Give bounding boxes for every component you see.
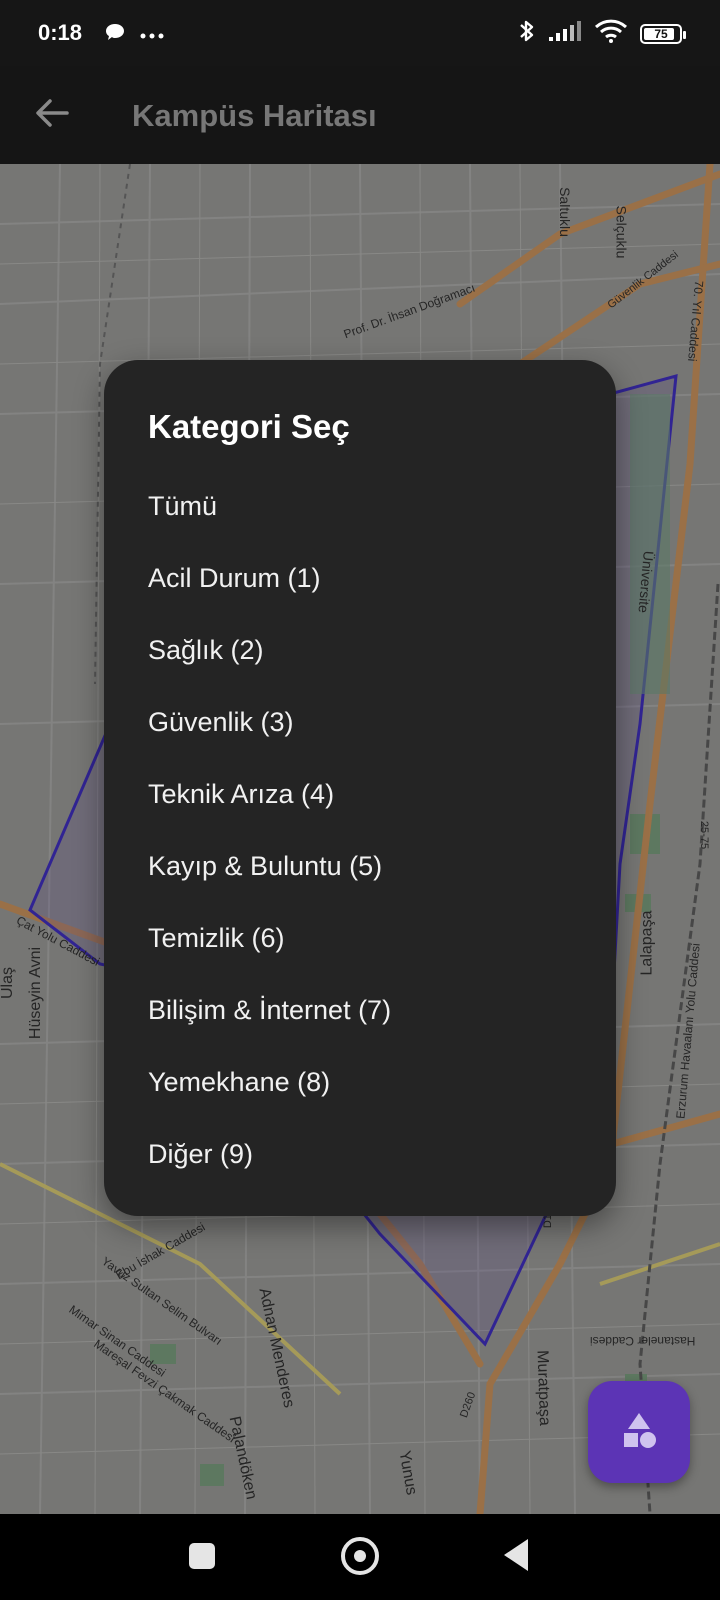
battery-level: 75 xyxy=(654,26,668,41)
category-option-technical[interactable]: Teknik Arıza (4) xyxy=(148,758,588,830)
back-triangle-icon[interactable] xyxy=(504,1539,528,1571)
recents-square-icon[interactable] xyxy=(189,1543,215,1569)
status-time: 0:18 xyxy=(38,20,83,45)
category-option-lost-found[interactable]: Kayıp & Buluntu (5) xyxy=(148,830,588,902)
signal-icon xyxy=(548,20,582,47)
wifi-icon xyxy=(594,19,628,48)
app-bar: Kampüs Haritası xyxy=(0,66,720,164)
category-filter-fab[interactable] xyxy=(588,1381,690,1483)
home-circle-icon[interactable] xyxy=(341,1537,379,1575)
chat-bubble-icon xyxy=(104,22,126,47)
shapes-icon xyxy=(619,1411,659,1454)
category-option-list: Tümü Acil Durum (1) Sağlık (2) Güvenlik … xyxy=(148,470,588,1190)
category-option-other[interactable]: Diğer (9) xyxy=(148,1118,588,1190)
back-button[interactable] xyxy=(30,93,74,137)
status-right-icons: 75 xyxy=(518,18,686,49)
category-option-emergency[interactable]: Acil Durum (1) xyxy=(148,542,588,614)
category-option-cleaning[interactable]: Temizlik (6) xyxy=(148,902,588,974)
category-option-it-internet[interactable]: Bilişim & İnternet (7) xyxy=(148,974,588,1046)
page-title: Kampüs Haritası xyxy=(132,98,377,133)
more-dots-icon xyxy=(140,26,164,44)
category-option-security[interactable]: Güvenlik (3) xyxy=(148,686,588,758)
bluetooth-icon xyxy=(518,18,536,49)
category-option-all[interactable]: Tümü xyxy=(148,470,588,542)
category-option-health[interactable]: Sağlık (2) xyxy=(148,614,588,686)
category-dialog: Kategori Seç Tümü Acil Durum (1) Sağlık … xyxy=(104,360,616,1216)
status-left-icons xyxy=(104,22,164,47)
status-bar: 0:18 75 xyxy=(0,0,720,66)
system-nav-bar xyxy=(0,1514,720,1600)
category-option-cafeteria[interactable]: Yemekhane (8) xyxy=(148,1046,588,1118)
dialog-title: Kategori Seç xyxy=(148,408,350,445)
battery-icon: 75 xyxy=(640,23,686,44)
arrow-left-icon xyxy=(35,98,69,133)
